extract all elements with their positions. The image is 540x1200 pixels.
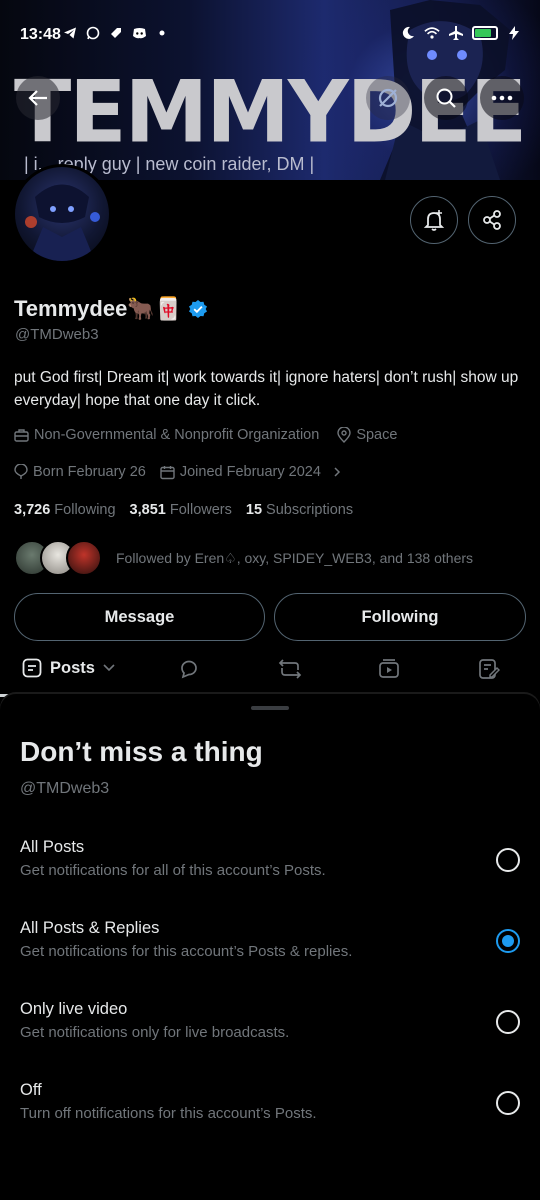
telegram-icon (62, 25, 78, 41)
status-bar: 13:48 (0, 0, 540, 70)
display-name: Temmydee🐂🀄 (14, 296, 208, 322)
profile-meta-row: Non-Governmental & Nonprofit Organizatio… (14, 427, 397, 443)
profile-bio: put God first| Dream it| work towards it… (14, 369, 519, 409)
followed-by-row[interactable]: Followed by Eren♤, oxy, SPIDEY_WEB3, and… (14, 538, 473, 578)
battery-icon (472, 26, 498, 40)
sheet-drag-handle[interactable] (251, 706, 289, 710)
verified-badge-icon[interactable] (188, 299, 208, 319)
share-icon (483, 210, 501, 230)
media-icon (379, 659, 399, 678)
option-off[interactable]: Off Turn off notifications for this acco… (0, 1081, 540, 1151)
more-icon (491, 95, 513, 101)
subscriptions-label: Subscriptions (266, 502, 354, 518)
status-time: 13:48 (20, 26, 61, 43)
option-all-posts-replies[interactable]: All Posts & Replies Get notifications fo… (0, 919, 540, 989)
tab-media[interactable] (378, 658, 400, 680)
discord-icon (131, 25, 147, 41)
tab-articles[interactable] (478, 658, 500, 680)
reply-icon (181, 660, 197, 679)
search-button[interactable] (424, 76, 468, 120)
joined-text: Joined February 2024 (179, 464, 321, 480)
balloon-icon (14, 464, 28, 479)
premium-button[interactable] (366, 76, 410, 120)
repost-icon (278, 659, 302, 679)
premium-slash-icon (378, 88, 398, 108)
bell-add-icon (423, 210, 445, 231)
follower-avatar (66, 540, 102, 576)
profile-handle: @TMDweb3 (15, 326, 99, 343)
moon-icon (400, 25, 416, 41)
option-radio[interactable] (496, 929, 520, 953)
profile-stats: 3,726 Following 3,851 Followers 15 Subscrip… (14, 502, 353, 518)
option-title: All Posts & Replies (20, 919, 160, 937)
airplane-icon (448, 25, 464, 41)
dot-icon (154, 25, 170, 41)
followers-stat[interactable]: 3,851 Followers (130, 502, 232, 518)
option-only-live-video[interactable]: Only live video Get notifications only f… (0, 1000, 540, 1070)
location-text: Space (356, 427, 398, 443)
subscriptions-stat[interactable]: 15 Subscriptions (246, 502, 353, 518)
posts-icon (22, 658, 42, 678)
following-label: Following (54, 502, 116, 518)
profile-tabs: Posts (0, 650, 540, 692)
location-item: Space (337, 427, 397, 443)
joined-item: Joined February 2024 (160, 464, 342, 480)
option-description: Get notifications for this account’s Pos… (20, 943, 353, 960)
option-radio[interactable] (496, 1010, 520, 1034)
following-count: 3,726 (14, 502, 51, 518)
location-pin-icon (337, 427, 352, 443)
message-button[interactable]: Message (14, 593, 265, 641)
notifications-settings-button[interactable] (410, 196, 458, 244)
option-radio[interactable] (496, 1091, 520, 1115)
profile-avatar[interactable] (12, 164, 112, 264)
back-button[interactable] (16, 76, 60, 120)
option-title: All Posts (20, 838, 85, 856)
born-item: Born February 26 (14, 464, 146, 480)
following-stat[interactable]: 3,726 Following (14, 502, 116, 518)
avatar-art (25, 184, 100, 261)
profile-dates-row[interactable]: Born February 26 Joined February 2024 (14, 464, 342, 480)
born-text: Born February 26 (33, 464, 146, 480)
option-description: Turn off notifications for this account’… (20, 1105, 317, 1122)
tab-replies[interactable] (178, 658, 200, 680)
option-title: Only live video (20, 1000, 128, 1018)
option-description: Get notifications for all of this accoun… (20, 862, 326, 879)
share-button[interactable] (468, 196, 516, 244)
tab-reposts[interactable] (278, 658, 302, 680)
notification-settings-sheet: Don’t miss a thing @TMDweb3 All Posts Ge… (0, 694, 540, 1200)
option-radio[interactable] (496, 848, 520, 872)
tab-posts-label: Posts (50, 658, 95, 677)
tab-posts[interactable]: Posts (22, 658, 115, 678)
sheet-title: Don’t miss a thing (20, 736, 263, 767)
option-all-posts[interactable]: All Posts Get notifications for all of t… (0, 838, 540, 908)
wifi-icon (424, 25, 440, 41)
article-edit-icon (479, 659, 500, 679)
search-icon (436, 88, 456, 108)
charging-icon (506, 25, 522, 41)
more-options-button[interactable] (480, 76, 524, 120)
followers-label: Followers (169, 502, 232, 518)
tag-icon (108, 25, 124, 41)
followed-by-text: Followed by Eren♤, oxy, SPIDEY_WEB3, and… (116, 549, 474, 566)
display-name-text: Temmydee🐂🀄 (14, 296, 183, 321)
briefcase-icon (14, 428, 29, 442)
chevron-right-icon (334, 467, 340, 477)
chevron-down-icon (103, 664, 115, 672)
option-title: Off (20, 1081, 42, 1099)
category-text: Non-Governmental & Nonprofit Organizatio… (34, 427, 320, 443)
whatsapp-icon (85, 25, 101, 41)
arrow-left-icon (28, 90, 47, 106)
following-button[interactable]: Following (274, 593, 526, 641)
battery-level (475, 29, 491, 37)
calendar-icon (160, 465, 175, 479)
category-item: Non-Governmental & Nonprofit Organizatio… (14, 427, 319, 443)
subscriptions-count: 15 (245, 502, 263, 518)
followers-count: 3,851 (129, 502, 166, 518)
option-description: Get notifications only for live broadcas… (20, 1024, 290, 1041)
sheet-subtitle: @TMDweb3 (20, 780, 110, 797)
